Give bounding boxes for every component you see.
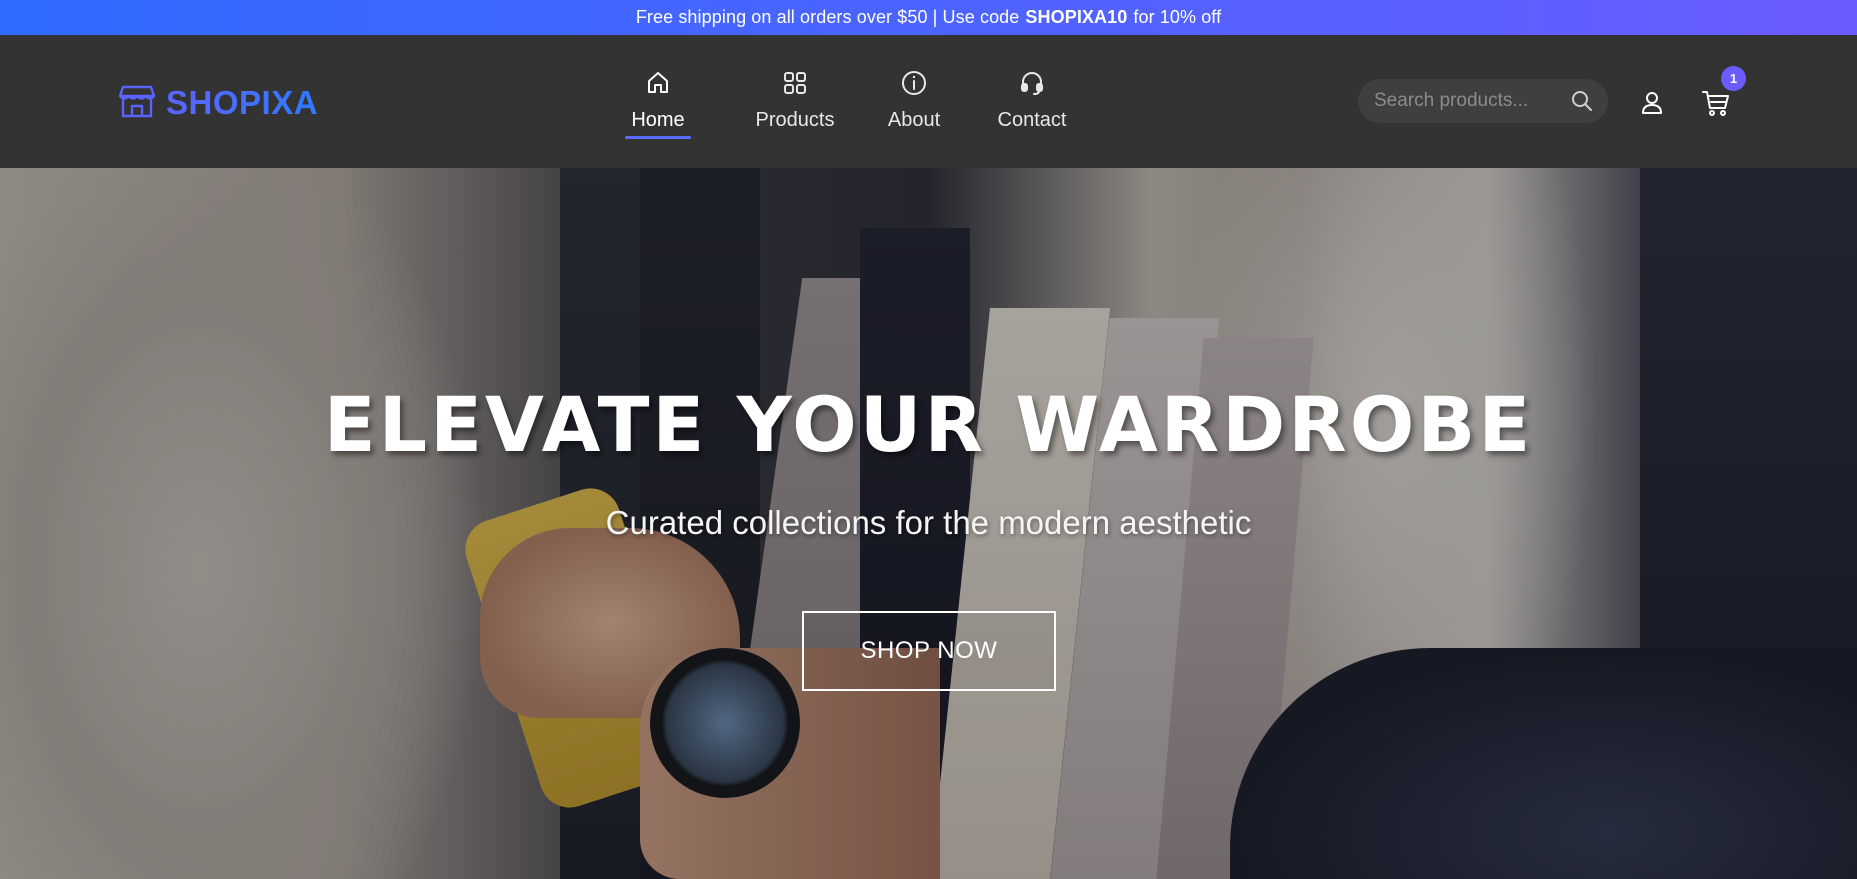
search-input[interactable] — [1374, 90, 1569, 112]
cart-count-badge: 1 — [1721, 66, 1746, 91]
cart-icon[interactable] — [1700, 87, 1732, 119]
headset-icon — [1018, 69, 1046, 97]
shop-now-button[interactable]: SHOP NOW — [802, 611, 1056, 691]
nav-item-about[interactable]: About — [870, 65, 958, 155]
promo-text-before: Free shipping on all orders over $50 | U… — [635, 7, 1020, 27]
nav-item-contact[interactable]: Contact — [986, 65, 1078, 155]
main-nav: Home Products About Contact — [620, 65, 1078, 155]
nav-item-products[interactable]: Products — [736, 65, 854, 155]
hero-banner: ELEVATE YOUR WARDROBE Curated collection… — [0, 168, 1857, 879]
user-icon[interactable] — [1638, 89, 1666, 117]
site-header: SHOPIXA Home Products About Contact Sear… — [0, 35, 1857, 168]
nav-label-products: Products — [755, 109, 835, 131]
nav-label-about: About — [887, 109, 941, 131]
brand-logo[interactable]: SHOPIXA — [118, 83, 318, 123]
promo-code: SHOPIXA10 — [1025, 7, 1128, 27]
nav-label-home: Home — [631, 109, 685, 131]
promo-text-after: for 10% off — [1133, 7, 1222, 27]
promo-bar: Free shipping on all orders over $50 | U… — [0, 0, 1857, 35]
storefront-icon — [118, 83, 156, 124]
brand-name: SHOPIXA — [166, 84, 319, 121]
nav-label-contact: Contact — [997, 109, 1067, 131]
search-icon[interactable] — [1570, 89, 1594, 113]
hero-subtitle: Curated collections for the modern aesth… — [605, 504, 1252, 541]
hero-title: ELEVATE YOUR WARDROBE — [323, 380, 1534, 469]
info-icon — [900, 69, 928, 97]
grid-icon — [781, 69, 809, 97]
search-box — [1358, 79, 1608, 123]
nav-item-home[interactable]: Home — [620, 65, 696, 155]
hero-content: ELEVATE YOUR WARDROBE Curated collection… — [0, 168, 1857, 879]
home-icon — [644, 69, 672, 97]
